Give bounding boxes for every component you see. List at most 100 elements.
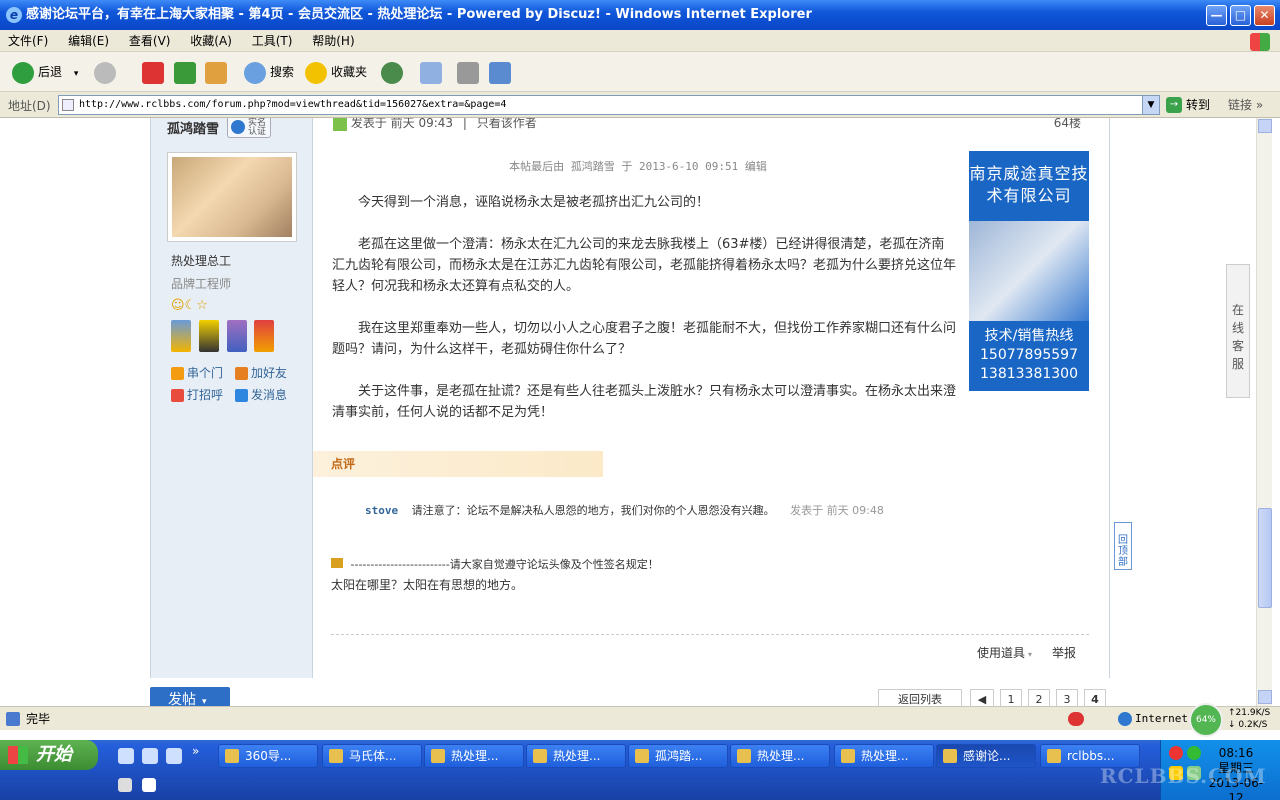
visit-link[interactable]: 串个门 [171, 364, 223, 381]
back-to-list-button[interactable]: 返回列表 [878, 689, 962, 706]
address-label: 地址(D) [8, 99, 51, 113]
message-link[interactable]: 发消息 [235, 386, 287, 403]
post-header: 发表于 前天 09:43 | 只看该作者 64楼 [333, 118, 1103, 131]
taskbar-item[interactable]: 热处理... [424, 744, 524, 768]
maximize-button[interactable]: □ [1230, 5, 1251, 26]
taskbar-item[interactable]: 马氏体... [322, 744, 422, 768]
show-desktop-icon[interactable] [118, 748, 134, 764]
scroll-up-arrow[interactable] [1258, 119, 1272, 133]
new-post-button[interactable]: 发帖 ▾ [150, 687, 230, 706]
back-dropdown-icon[interactable]: ▾ [74, 69, 79, 79]
history-button[interactable] [381, 60, 407, 84]
ie-quicklaunch-icon[interactable] [142, 748, 158, 764]
divider [331, 634, 1089, 635]
back-button[interactable]: 后退 ▾ [12, 60, 78, 84]
vertical-scrollbar[interactable] [1256, 118, 1272, 706]
scroll-thumb[interactable] [1258, 508, 1272, 608]
close-button[interactable]: ✕ [1254, 5, 1275, 26]
print-button[interactable] [457, 60, 483, 84]
signature-rule: -------------------------请大家自觉遵守论坛头像及个性签… [331, 556, 659, 572]
edit-note: 本帖最后由 孤鸿踏雪 于 2013-6-10 09:51 编辑 [509, 160, 767, 173]
page-content: 孤鸿踏雪 实名认证 热处理总工 品牌工程师 ☺☾☆ 串个门 加好友 打招呼 发消… [0, 118, 1256, 706]
menu-tools[interactable]: 工具(T) [244, 30, 301, 52]
page-4[interactable]: 4 [1084, 689, 1106, 706]
links-button[interactable]: 链接 » [1228, 96, 1263, 114]
stop-button[interactable] [142, 60, 168, 84]
history-icon [381, 61, 403, 84]
avatar[interactable] [167, 152, 297, 242]
level-icons: ☺☾☆ [171, 298, 208, 313]
search-button[interactable]: 搜索 [244, 60, 294, 84]
greet-icon [171, 389, 184, 402]
author-name[interactable]: 孤鸿踏雪 [167, 118, 219, 137]
add-friend-link[interactable]: 加好友 [235, 364, 287, 381]
menu-edit[interactable]: 编辑(E) [60, 30, 117, 52]
online-service-widget[interactable]: 在线客服 [1226, 264, 1250, 398]
taskbar-item[interactable]: 孤鸿踏... [628, 744, 728, 768]
taskbar-item[interactable]: 热处理... [526, 744, 626, 768]
menu-file[interactable]: 文件(F) [0, 30, 56, 52]
envelope-icon [235, 389, 248, 402]
mail-icon [420, 61, 442, 84]
app-icon [329, 749, 343, 763]
blocked-icon [1068, 712, 1084, 726]
ad-furnace-image [969, 221, 1089, 321]
keyboard-icon[interactable] [118, 778, 132, 792]
comment-text: 请注意了：论坛不是解决私人恩怨的地方，我们对你的个人恩怨没有兴趣。 [411, 504, 775, 517]
floor-number[interactable]: 64楼 [1054, 118, 1081, 131]
page-icon [62, 99, 74, 111]
help-icon[interactable] [142, 778, 156, 792]
app-icon [533, 749, 547, 763]
pager-prev[interactable]: ◀ [970, 689, 994, 706]
taskbar-item[interactable]: 热处理... [730, 744, 830, 768]
minimize-button[interactable]: — [1206, 5, 1227, 26]
only-author-link[interactable]: 只看该作者 [477, 118, 537, 130]
forward-button[interactable] [94, 60, 120, 84]
post-paragraph: 今天得到一个消息，诬陷说杨永太是被老孤挤出汇九公司的！ [358, 195, 710, 210]
forward-arrow-icon [94, 61, 116, 84]
back-to-top-button[interactable]: 回顶部 [1114, 522, 1132, 570]
menu-view[interactable]: 查看(V) [121, 30, 179, 52]
page-2[interactable]: 2 [1028, 689, 1050, 706]
stop-icon [142, 61, 164, 84]
app-icon [737, 749, 751, 763]
medals [171, 320, 281, 356]
edit-button[interactable] [489, 60, 515, 84]
app-icon [943, 749, 957, 763]
medal-icon [198, 320, 219, 352]
medal-icon [171, 320, 191, 352]
scroll-down-arrow[interactable] [1258, 690, 1272, 704]
page-3[interactable]: 3 [1056, 689, 1078, 706]
qq-icon[interactable] [1169, 746, 1183, 760]
quicklaunch-more[interactable]: » [192, 744, 199, 758]
greet-link[interactable]: 打招呼 [171, 386, 223, 403]
comment-user[interactable]: stove [365, 504, 398, 517]
comment-item: stove 请注意了：论坛不是解决私人恩怨的地方，我们对你的个人恩怨没有兴趣。 … [331, 502, 1031, 518]
mail-button[interactable] [420, 60, 446, 84]
refresh-button[interactable] [174, 60, 200, 84]
home-icon [205, 61, 227, 84]
quicklaunch-icon[interactable] [166, 748, 182, 764]
taskbar-item[interactable]: 热处理... [834, 744, 934, 768]
address-dropdown-button[interactable]: ▼ [1142, 95, 1160, 115]
network-gauge[interactable]: 64% [1189, 703, 1223, 737]
security-icon[interactable] [1187, 746, 1201, 760]
go-button[interactable]: → 转到 [1166, 96, 1210, 114]
menu-help[interactable]: 帮助(H) [304, 30, 362, 52]
taskbar-item-active[interactable]: 感谢论... [936, 744, 1036, 768]
page-1[interactable]: 1 [1000, 689, 1022, 706]
menu-favorites[interactable]: 收藏(A) [182, 30, 240, 52]
start-button[interactable]: 开始 [0, 740, 98, 770]
tools-menu[interactable]: 使用道具 ▾ [977, 644, 1032, 661]
advertisement[interactable]: 南京威途真空技术有限公司 技术/销售热线 15077895597 1381338… [969, 151, 1089, 391]
ie-logo-icon: e [6, 7, 22, 23]
signature-text: 太阳在哪里？太阳在有思想的地方。 [331, 578, 524, 592]
address-input[interactable]: http://www.rclbbs.com/forum.php?mod=view… [58, 95, 1160, 115]
report-link[interactable]: 举报 [1052, 644, 1076, 661]
taskbar-item[interactable]: 360导... [218, 744, 318, 768]
comment-time: 发表于 前天 09:48 [790, 504, 884, 517]
favorites-button[interactable]: 收藏夹 [305, 60, 367, 84]
security-zone: Internet [1135, 712, 1188, 725]
home-button[interactable] [205, 60, 231, 84]
app-icon [431, 749, 445, 763]
